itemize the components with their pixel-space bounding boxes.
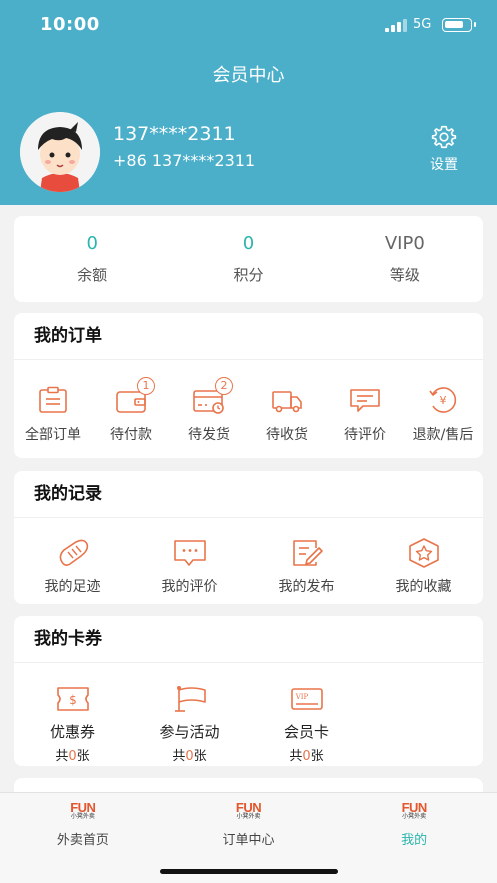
order-item-label: 全部订单 [25, 427, 81, 443]
stat-value: 0 [242, 233, 255, 254]
stat-value: 0 [86, 233, 98, 254]
coupon-count: 共0张 [14, 745, 131, 764]
count-value: 0 [185, 749, 194, 764]
badge-count: 1 [137, 377, 155, 395]
stat-value: VIP0 [384, 233, 425, 254]
record-item-label: 我的发布 [278, 579, 335, 595]
coupon-item-label: 会员卡 [283, 723, 329, 741]
cartoon-boy-avatar-icon [20, 112, 100, 192]
record-item-favorites[interactable]: 我的收藏 [365, 538, 482, 596]
stat-balance[interactable]: 0 余额 [14, 216, 170, 302]
dollar-ticket-icon: $ [56, 687, 89, 711]
truck-icon [272, 391, 302, 413]
section-title: 我的卡券 [14, 616, 483, 663]
coupon-item-member-card[interactable]: VIP 会员卡 共0张 [248, 685, 365, 764]
coupons-card: 我的卡券 $ 优惠券 共0张 参与活动 共0张 VIP 会员卡 共0张 [14, 616, 483, 766]
tab-label: 订单中心 [222, 833, 275, 848]
clipboard-icon [39, 386, 67, 413]
coupon-item-label: 优惠券 [49, 723, 95, 741]
network-type: 5G [413, 17, 432, 32]
svg-text:$: $ [69, 693, 77, 707]
count-suffix: 张 [76, 749, 90, 764]
record-item-reviews[interactable]: 我的评价 [131, 538, 248, 596]
comment-bubble-icon [173, 540, 206, 566]
order-item-label: 待评价 [344, 427, 386, 443]
stat-label: 积分 [233, 266, 264, 284]
settings-button[interactable]: 设置 [420, 124, 468, 174]
coupon-item-activity[interactable]: 参与活动 共0张 [131, 685, 248, 764]
stat-label: 余额 [77, 266, 108, 284]
logo-subtext: 小凳外卖 [402, 813, 427, 820]
order-item-to-review[interactable]: 待评价 [326, 386, 404, 444]
comment-icon [350, 389, 380, 412]
record-item-label: 我的评价 [161, 579, 218, 595]
gear-icon [431, 125, 457, 149]
tab-label: 外卖首页 [56, 833, 109, 848]
tab-label: 我的 [401, 833, 428, 848]
count-value: 0 [68, 749, 77, 764]
svg-text:VIP: VIP [294, 693, 308, 701]
count-prefix: 共 [55, 749, 69, 764]
fun-logo-icon: FUN 小凳外卖 [398, 801, 430, 823]
status-bar: 10:00 5G [0, 0, 497, 50]
home-indicator [160, 869, 338, 874]
header: 10:00 5G 会员中心 137****2311 +86 137****231… [0, 0, 497, 205]
order-item-unpaid[interactable]: 1 待付款 [92, 377, 170, 444]
stat-level[interactable]: VIP0 等级 [327, 216, 483, 302]
record-item-label: 我的足迹 [44, 579, 101, 595]
vip-card-icon: VIP [290, 688, 323, 710]
username: 137****2311 [113, 123, 236, 145]
coupon-count: 共0张 [131, 745, 248, 764]
order-item-label: 待发货 [188, 427, 230, 443]
logo-subtext: 小凳外卖 [236, 813, 261, 820]
refund-yen-icon: ¥ [429, 387, 457, 413]
order-item-refund[interactable]: ¥ 退款/售后 [404, 386, 482, 444]
signal-icon [385, 18, 407, 32]
count-prefix: 共 [172, 749, 186, 764]
avatar[interactable] [20, 112, 100, 192]
section-title: 我的记录 [14, 471, 483, 518]
order-item-to-ship[interactable]: 2 待发货 [170, 377, 248, 444]
record-item-posts[interactable]: 我的发布 [248, 538, 365, 596]
stats-card: 0 余额 0 积分 VIP0 等级 [14, 216, 483, 302]
fun-logo-icon: FUN 小凳外卖 [233, 801, 265, 823]
order-item-label: 待收货 [266, 427, 308, 443]
coupon-item-discount[interactable]: $ 优惠券 共0张 [14, 685, 131, 764]
stat-label: 等级 [389, 266, 420, 284]
battery-icon [442, 18, 476, 32]
status-time: 10:00 [40, 14, 100, 35]
tab-mine[interactable]: FUN 小凳外卖 我的 [331, 793, 497, 883]
tab-takeout-home[interactable]: FUN 小凳外卖 外卖首页 [0, 793, 166, 883]
star-hexagon-icon [408, 538, 439, 568]
count-value: 0 [302, 749, 311, 764]
count-prefix: 共 [289, 749, 303, 764]
coupon-count: 共0张 [248, 745, 365, 764]
flag-icon [174, 686, 206, 712]
section-title: 我的订单 [14, 313, 483, 360]
coupon-item-label: 参与活动 [159, 723, 220, 741]
order-item-label: 待付款 [110, 427, 152, 443]
record-item-footprint[interactable]: 我的足迹 [14, 538, 131, 596]
logo-subtext: 小凳外卖 [70, 813, 95, 820]
count-suffix: 张 [310, 749, 324, 764]
order-item-label: 退款/售后 [412, 427, 474, 443]
stat-points[interactable]: 0 积分 [170, 216, 326, 302]
edit-note-icon [292, 540, 323, 566]
order-item-all[interactable]: 全部订单 [14, 386, 92, 444]
record-item-label: 我的收藏 [395, 579, 452, 595]
orders-card: 我的订单 全部订单 1 待付款 2 待发货 待收货 待评价 ¥ 退款/售后 [14, 313, 483, 458]
footprint-icon [59, 539, 88, 566]
settings-label: 设置 [430, 157, 458, 173]
svg-text:¥: ¥ [440, 394, 447, 407]
page-title: 会员中心 [212, 65, 285, 86]
fun-logo-icon: FUN 小凳外卖 [67, 801, 99, 823]
order-item-to-receive[interactable]: 待收货 [248, 386, 326, 444]
records-card: 我的记录 我的足迹 我的评价 我的发布 我的收藏 [14, 471, 483, 604]
badge-count: 2 [215, 377, 233, 395]
count-suffix: 张 [193, 749, 207, 764]
phone-number: +86 137****2311 [113, 151, 256, 170]
